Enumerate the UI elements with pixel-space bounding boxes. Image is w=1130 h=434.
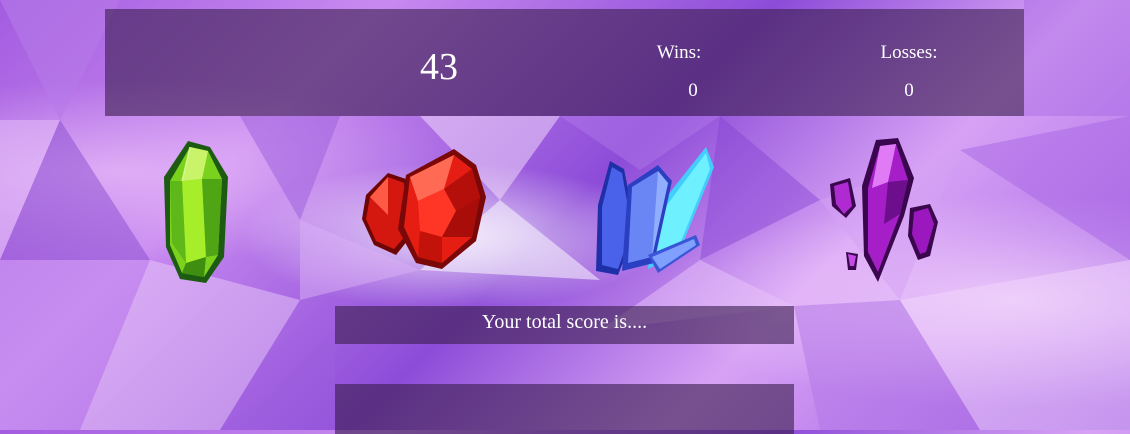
wins-count: 0	[688, 80, 698, 101]
scoreboard-panel: 43 Wins: 0 Losses: 0	[105, 9, 1024, 116]
total-score-label: Your total score is....	[335, 306, 794, 344]
purple-crystal-icon	[830, 138, 938, 282]
losses-label: Losses:	[880, 42, 938, 63]
blue-crystal-button[interactable]	[588, 145, 718, 280]
target-number: 43	[420, 46, 458, 88]
green-crystal-button[interactable]	[158, 137, 238, 287]
green-crystal-icon	[164, 141, 228, 283]
blue-crystal-icon	[596, 147, 714, 275]
red-crystal-button[interactable]	[358, 145, 490, 275]
losses-count: 0	[904, 80, 914, 101]
purple-crystal-button[interactable]	[826, 136, 946, 286]
red-crystal-icon	[362, 149, 486, 269]
total-score-display	[335, 384, 794, 434]
wins-label: Wins:	[656, 42, 702, 63]
